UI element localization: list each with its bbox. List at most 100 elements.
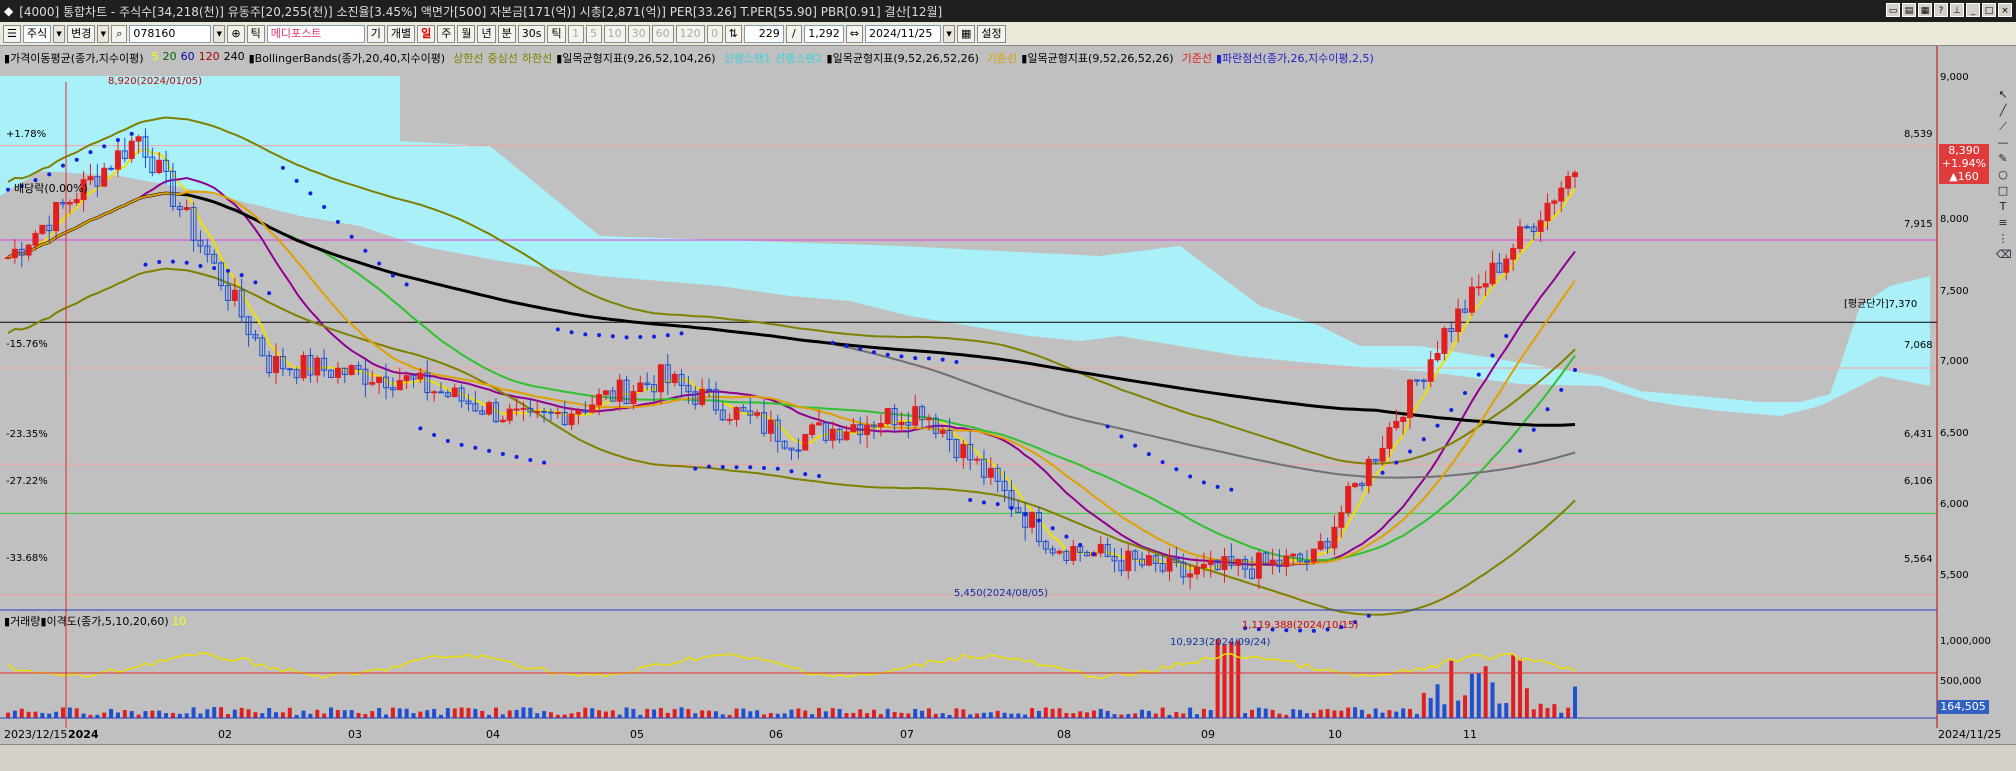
volume-bar	[1146, 710, 1151, 718]
candle-body	[726, 418, 733, 421]
minimize-icon[interactable]: _	[1966, 3, 1980, 17]
scrollbar[interactable]	[0, 744, 2016, 771]
text-icon[interactable]: T	[1996, 200, 2010, 214]
volume-bar	[1201, 708, 1206, 718]
period-week[interactable]: 주	[437, 24, 456, 43]
interval-1[interactable]: 1	[567, 24, 584, 43]
period-tick[interactable]: 틱	[547, 24, 566, 43]
market-select[interactable]: 주식	[22, 24, 52, 43]
maximize-icon[interactable]: □	[1982, 3, 1996, 17]
volume-bar	[1208, 710, 1213, 718]
line-icon[interactable]: ╱	[1996, 104, 2010, 118]
fib-icon[interactable]: ≡	[1996, 216, 2010, 230]
volume-bar	[1085, 712, 1090, 718]
menu-icon[interactable]: ▦	[1918, 3, 1932, 17]
volume-bar	[342, 710, 347, 718]
volume-bar	[452, 708, 457, 718]
basic-button[interactable]: 기	[366, 24, 385, 43]
stock-chart[interactable]	[0, 46, 2016, 728]
volume-bar	[411, 713, 416, 718]
legend-ma[interactable]: ▮가격이동평균(종가,지수이평)	[4, 50, 148, 66]
candle-body	[53, 201, 60, 232]
legend-ichi2[interactable]: ▮일목균형지표(9,52,26,52,26)	[827, 50, 983, 66]
volume-bar	[425, 710, 430, 718]
interval-0[interactable]: 0	[706, 24, 723, 43]
parabolic-dot	[844, 344, 849, 349]
volume-bar	[384, 714, 389, 718]
candle-body	[513, 408, 520, 411]
find-icon[interactable]: ⊕	[227, 24, 245, 43]
interval-60[interactable]: 60	[651, 24, 674, 43]
interval-5[interactable]: 5	[585, 24, 602, 43]
candle-body	[802, 433, 809, 451]
candle-body	[1303, 560, 1310, 563]
period-30s[interactable]: 30s	[517, 24, 546, 43]
range-input[interactable]: 1,292	[803, 24, 844, 43]
change-button[interactable]: 변경	[67, 24, 96, 43]
delete-icon[interactable]: ⌫	[1996, 248, 2012, 262]
legend-ichi1[interactable]: ▮일목균형지표(9,26,52,104,26)	[556, 50, 719, 66]
change-dropdown-icon[interactable]: ▼	[97, 24, 110, 43]
zoom-icon[interactable]: ⇔	[845, 24, 864, 43]
cycle-icon[interactable]: ⋮	[1996, 232, 2010, 246]
candle-body	[657, 364, 664, 393]
search-icon[interactable]: ⌕	[111, 24, 128, 43]
settings-button[interactable]: 설정	[977, 24, 1006, 43]
parabolic-dot	[404, 282, 409, 287]
spin-icon[interactable]: ⇅	[724, 24, 742, 43]
parabolic-dot	[1050, 526, 1055, 531]
tick-button[interactable]: 틱	[246, 24, 265, 43]
date-dropdown-icon[interactable]: ▼	[943, 24, 956, 43]
close-icon[interactable]: ×	[1998, 3, 2012, 17]
interval-30[interactable]: 30	[627, 24, 650, 43]
parabolic-dot	[789, 469, 794, 474]
list-icon[interactable]: ☰	[3, 24, 21, 43]
volume-bar	[1016, 713, 1021, 718]
candle-body	[589, 404, 596, 413]
count-input[interactable]: 229	[743, 24, 784, 43]
candle-body	[128, 140, 135, 159]
ellipse-icon[interactable]: ○	[1996, 168, 2010, 182]
candle-body	[1468, 286, 1475, 313]
parabolic-dot	[968, 497, 973, 502]
volume-bar	[1346, 707, 1351, 718]
x-axis-label: 07	[900, 728, 914, 741]
pointer-icon[interactable]: ↖	[1996, 88, 2010, 102]
parabolic-dot	[198, 264, 203, 269]
volume-bar	[514, 709, 519, 718]
brush-icon[interactable]: ✎	[1996, 152, 2010, 166]
date-input[interactable]: 2024/11/25	[865, 24, 942, 43]
volume-legend-label[interactable]: ▮거래량	[4, 615, 40, 628]
tile-icon[interactable]: ▤	[1902, 3, 1916, 17]
period-month[interactable]: 월	[457, 24, 476, 43]
parabolic-dot	[871, 350, 876, 355]
restore-icon[interactable]: ▭	[1886, 3, 1900, 17]
pin-icon[interactable]: ⊥	[1950, 3, 1964, 17]
stock-code-input[interactable]: 078160	[129, 24, 212, 43]
code-dropdown-icon[interactable]: ▼	[213, 24, 226, 43]
market-dropdown-icon[interactable]: ▼	[53, 24, 66, 43]
volume-bar	[1002, 712, 1007, 718]
hline-icon[interactable]: —	[1996, 136, 2010, 150]
disparity-legend[interactable]: ▮이격도(종가,5,10,20,60)	[40, 615, 168, 628]
volume-bar	[645, 708, 650, 718]
individual-button[interactable]: 개별	[386, 24, 416, 43]
volume-bar	[961, 709, 966, 718]
calendar-icon[interactable]: ▦	[957, 24, 976, 43]
period-day[interactable]: 일	[417, 24, 436, 43]
rect-icon[interactable]: □	[1996, 184, 2010, 198]
legend-ichi3[interactable]: ▮일목균형지표(9,52,26,52,26)	[1021, 50, 1177, 66]
interval-10[interactable]: 10	[603, 24, 626, 43]
period-year[interactable]: 년	[477, 24, 496, 43]
candle-body	[898, 421, 905, 426]
period-minute[interactable]: 분	[497, 24, 516, 43]
parabolic-dot	[129, 131, 134, 136]
trend-icon[interactable]: ⟋	[1996, 120, 2010, 134]
legend-ps[interactable]: ▮파란점선(종가,26,지수이평,2,5)	[1216, 50, 1378, 66]
legend-bb[interactable]: ▮BollingerBands(종가,20,40,지수이평)	[249, 50, 450, 66]
interval-120[interactable]: 120	[675, 24, 705, 43]
help-icon[interactable]: ?	[1934, 3, 1948, 17]
candle-body	[39, 224, 46, 234]
volume-bar	[12, 710, 17, 718]
candle-body	[1269, 559, 1276, 565]
